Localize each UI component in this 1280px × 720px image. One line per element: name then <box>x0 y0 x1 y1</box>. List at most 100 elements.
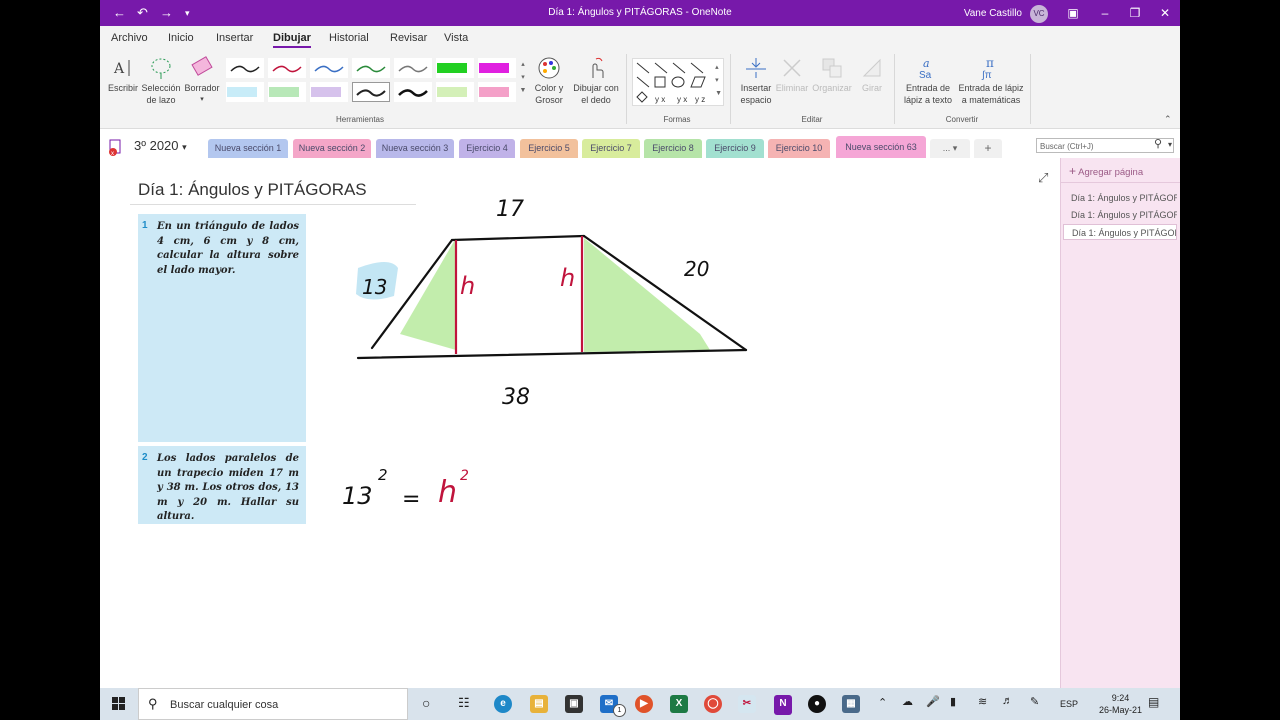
cortana-icon[interactable]: ○ <box>422 695 430 711</box>
pen-gray[interactable] <box>394 58 432 78</box>
page-list-pane: + Agregar página Día 1: Ángulos y PITÁGO… <box>1060 158 1180 688</box>
section-tab[interactable]: Ejercicio 8 <box>644 139 702 158</box>
tab-archivo[interactable]: Archivo <box>111 32 148 44</box>
chrome-icon[interactable]: ◯ <box>704 695 722 713</box>
tab-vista[interactable]: Vista <box>444 32 468 44</box>
highlighter-green[interactable] <box>436 58 474 78</box>
svg-text:Sa: Sa <box>919 70 932 80</box>
section-tab[interactable]: Nueva sección 2 <box>293 139 371 158</box>
equation-equals: = <box>402 487 420 512</box>
highlighter-light-green[interactable] <box>268 82 306 102</box>
ink-to-text-button[interactable]: a Sa Entrada de lápiz a texto <box>900 56 956 106</box>
store-icon[interactable]: ▣ <box>565 695 583 713</box>
minimize-button[interactable]: – <box>1094 3 1116 23</box>
language-indicator[interactable]: ESP <box>1060 699 1078 709</box>
notifications-icon[interactable]: ▤ <box>1148 695 1159 709</box>
maximize-button[interactable]: ❐ <box>1124 3 1146 23</box>
arrange-button[interactable]: Organizar <box>810 56 854 94</box>
eraser-dropdown-icon[interactable]: ▾ <box>184 94 220 106</box>
rotate-button[interactable]: Girar <box>856 56 888 94</box>
search-scope-dropdown-icon[interactable]: ▾ <box>1168 140 1172 149</box>
ribbon-separator <box>730 54 731 124</box>
show-hidden-icons-icon[interactable]: ⌃ <box>878 696 887 709</box>
highlighter-pink[interactable] <box>478 82 516 102</box>
page-list-item-selected[interactable]: Día 1: Ángulos y PITÁGORAS <box>1063 224 1177 240</box>
delete-label: Eliminar <box>775 83 809 93</box>
arrange-label: Organizar <box>812 83 852 93</box>
svg-text:A: A <box>113 61 125 77</box>
tab-inicio[interactable]: Inicio <box>168 32 194 44</box>
battery-icon[interactable]: ▮ <box>950 695 956 708</box>
tab-revisar[interactable]: Revisar <box>390 32 427 44</box>
title-bar: ← ↶ → ▾ Día 1: Ángulos y PITÁGORAS - One… <box>100 0 1180 26</box>
pen-blue[interactable] <box>310 58 348 78</box>
insert-space-button[interactable]: Insertar espacio <box>736 56 776 106</box>
obs-icon[interactable]: ● <box>808 695 826 713</box>
file-explorer-icon[interactable]: ▤ <box>530 695 548 713</box>
pen-green[interactable] <box>352 58 390 78</box>
delete-button[interactable]: Eliminar <box>774 56 810 94</box>
pen-workspace-icon[interactable]: ✎ <box>1030 695 1039 708</box>
add-page-button[interactable]: + Agregar página <box>1069 164 1143 178</box>
write-button[interactable]: A Escribir <box>106 56 140 94</box>
pen-black[interactable] <box>226 58 264 78</box>
section-tab[interactable]: Ejercicio 9 <box>706 139 764 158</box>
volume-icon[interactable]: ♬ <box>1002 695 1013 707</box>
media-app-icon[interactable]: ▶ <box>635 695 653 713</box>
avatar[interactable]: VC <box>1030 5 1048 23</box>
ink-to-math-button[interactable]: π ∫π Entrada de lápiz a matemáticas <box>956 56 1026 106</box>
tab-historial[interactable]: Historial <box>329 32 369 44</box>
section-tab[interactable]: Ejercicio 10 <box>768 139 830 158</box>
tab-dibujar[interactable]: Dibujar <box>273 32 311 48</box>
more-sections-button[interactable]: ... ▾ <box>930 139 970 158</box>
taskbar-clock[interactable]: 9:24 26-May-21 <box>1099 692 1142 716</box>
page-list-item[interactable]: Día 1: Ángulos y PITÁGORAS <box>1063 190 1177 206</box>
lasso-select-button[interactable]: Selección de lazo <box>140 56 182 106</box>
section-tab-active[interactable]: Nueva sección 63 <box>836 136 926 158</box>
task-view-icon[interactable]: ☷ <box>458 695 470 711</box>
pen-black-bold[interactable] <box>394 82 432 102</box>
edge-icon[interactable]: e <box>494 695 512 713</box>
section-tab[interactable]: Nueva sección 1 <box>208 139 288 158</box>
group-label-tools: Herramientas <box>335 115 384 124</box>
shapes-scroll[interactable]: ▴ ▾ ▼ <box>715 61 722 100</box>
highlighter-magenta[interactable] <box>478 58 516 78</box>
search-icon[interactable]: ⚲ <box>1154 137 1162 150</box>
ribbon-separator <box>1030 54 1031 124</box>
section-tab[interactable]: Nueva sección 3 <box>376 139 454 158</box>
windows-start-icon[interactable] <box>112 697 126 711</box>
close-button[interactable]: ✕ <box>1154 3 1176 23</box>
wifi-icon[interactable]: ≋ <box>978 695 987 708</box>
notebook-selector[interactable]: 3º 2020 ▾ <box>112 138 187 153</box>
pen-red[interactable] <box>268 58 306 78</box>
pen-black-thick[interactable] <box>352 82 390 102</box>
section-tab[interactable]: Ejercicio 5 <box>520 139 578 158</box>
user-name[interactable]: Vane Castillo <box>964 8 1022 19</box>
page-list-item[interactable]: Día 1: Ángulos y PITÁGORAS <box>1063 207 1177 223</box>
snip-sketch-icon[interactable]: ✂ <box>738 695 756 713</box>
tab-insertar[interactable]: Insertar <box>216 32 253 44</box>
pens-gallery-scroll[interactable]: ▴ ▾ ▼ <box>518 58 528 97</box>
group-label-edit: Editar <box>801 115 823 124</box>
ink-drawing[interactable]: 17 13 20 38 h h 13 2 = h 2 <box>100 158 1060 688</box>
collapse-ribbon-icon[interactable]: ⌃ <box>1164 114 1172 125</box>
color-thickness-button[interactable]: Color y Grosor <box>530 56 568 106</box>
page-canvas[interactable]: Día 1: Ángulos y PITÁGORAS ⤢ 1 En un tri… <box>100 158 1060 688</box>
onedrive-icon[interactable]: ☁ <box>902 695 913 708</box>
taskbar-search[interactable]: ⚲ Buscar cualquier cosa <box>138 688 408 720</box>
draw-with-touch-button[interactable]: Dibujar con el dedo <box>570 56 622 106</box>
highlighter-lavender[interactable] <box>310 82 348 102</box>
onenote-taskbar-icon[interactable]: N <box>774 695 792 715</box>
eraser-button[interactable]: Borrador ▾ <box>184 56 220 106</box>
section-tab[interactable]: Ejercicio 7 <box>582 139 640 158</box>
excel-icon[interactable]: X <box>670 695 688 713</box>
highlighter-light-blue[interactable] <box>226 82 264 102</box>
ink-to-math-icon: π∫π <box>981 56 994 80</box>
microphone-icon[interactable]: 🎤 <box>926 695 940 708</box>
calculator-icon[interactable]: ▦ <box>842 695 860 713</box>
section-tab[interactable]: Ejercicio 4 <box>459 139 515 158</box>
ribbon-display-options-icon[interactable]: ▣ <box>1062 3 1084 23</box>
add-section-button[interactable]: + <box>974 139 1002 158</box>
highlighter-lime[interactable] <box>436 82 474 102</box>
shapes-gallery[interactable]: y x y x y z ▴ ▾ ▼ <box>632 58 724 106</box>
